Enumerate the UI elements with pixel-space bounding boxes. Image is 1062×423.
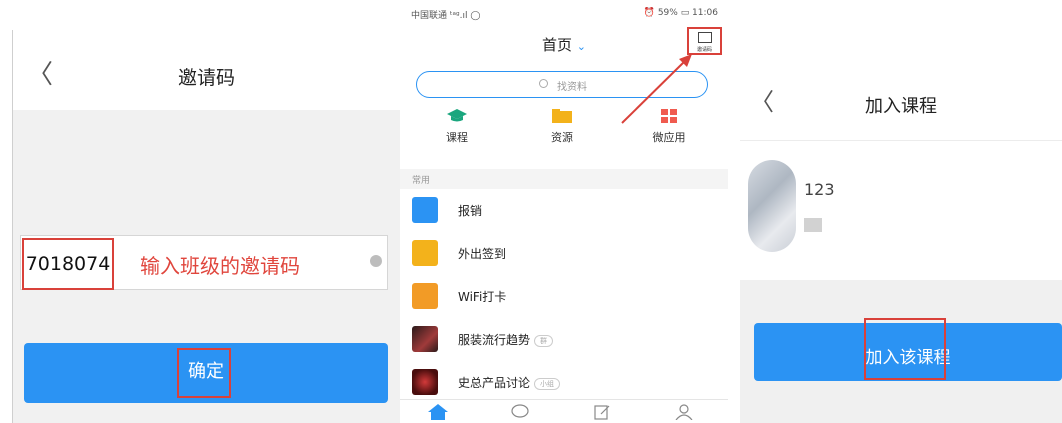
red-arrow-annotation bbox=[621, 54, 692, 124]
page-title: 邀请码 bbox=[177, 67, 235, 89]
invite-code-value[interactable]: 7018074 bbox=[22, 238, 114, 290]
home-screen: 中国联通 ᵗᵃᵍ.ıl ◯ ⏰ 59% ▭ 11:06 首页 ⌄ 邀请码 找资料… bbox=[400, 0, 728, 423]
invite-code-hint: 输入班级的邀请码 bbox=[140, 254, 300, 278]
invite-navbar: 〈 邀请码 bbox=[13, 30, 400, 110]
course-cover-image bbox=[748, 160, 796, 252]
course-number: 123 bbox=[804, 180, 835, 199]
join-course-screen: 〈 加入课程 123 加入该课程 bbox=[740, 0, 1062, 423]
invite-code-screen: 〈 邀请码 7018074 输入班级的邀请码 确定 bbox=[0, 0, 400, 423]
confirm-highlight-box bbox=[177, 348, 231, 398]
course-meta-placeholder bbox=[804, 218, 822, 232]
page-title: 加入课程 bbox=[865, 96, 937, 117]
divider bbox=[740, 140, 1062, 141]
join-highlight-box bbox=[864, 318, 946, 380]
clear-icon[interactable] bbox=[370, 255, 382, 267]
